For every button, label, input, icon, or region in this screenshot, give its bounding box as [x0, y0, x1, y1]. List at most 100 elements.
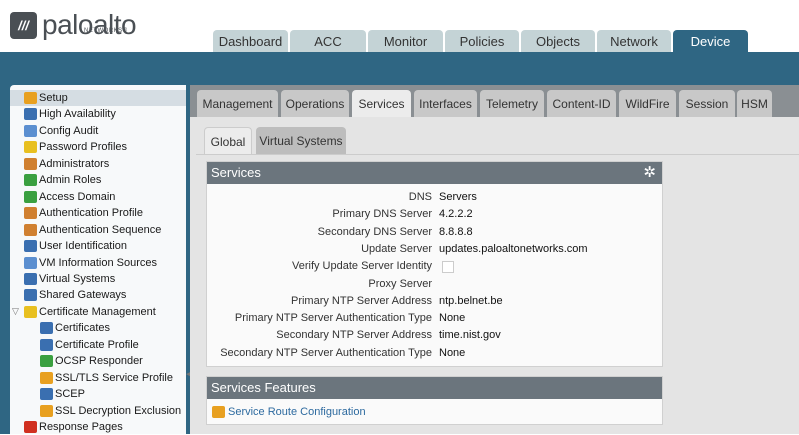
- services-panel-title: Services: [211, 165, 261, 180]
- setting-row: Verify Update Server Identity: [207, 258, 662, 275]
- high-availability-icon: [24, 108, 37, 121]
- device-tabs: Management Operations Services Interfaces Te…: [190, 85, 799, 117]
- setting-value: Servers: [439, 191, 477, 203]
- sidebar-item-label: Password Profiles: [39, 141, 128, 154]
- vm-information-sources-icon: [24, 256, 37, 269]
- sidebar-item-vm-information-sources[interactable]: VM Information Sources: [10, 255, 186, 271]
- tab-acc[interactable]: ACC: [290, 30, 366, 52]
- scep-icon: [40, 388, 53, 401]
- sidebar-item-label: Certificate Profile: [55, 338, 139, 351]
- sidebar: Setup High Availability Config Audit Passwo…: [10, 85, 186, 434]
- tab-operations[interactable]: Operations: [281, 90, 349, 117]
- sidebar-item-ocsp-responder[interactable]: OCSP Responder: [10, 353, 186, 369]
- tab-telemetry[interactable]: Telemetry: [480, 90, 544, 117]
- ssl-decryption-exclusion-icon: [40, 404, 53, 417]
- setting-label: Secondary NTP Server Address: [276, 329, 432, 342]
- tab-dashboard[interactable]: Dashboard: [213, 30, 288, 52]
- sidebar-item-label: SSL/TLS Service Profile: [55, 371, 173, 384]
- setting-value: updates.paloaltonetworks.com: [439, 242, 588, 255]
- sidebar-item-certificate-management[interactable]: ▽ Certificate Management: [10, 304, 186, 320]
- setting-label: Proxy Server: [368, 277, 432, 290]
- sidebar-item-label: Admin Roles: [39, 174, 102, 187]
- tab-content-id[interactable]: Content-ID: [547, 90, 616, 117]
- tab-objects[interactable]: Objects: [521, 30, 595, 52]
- response-pages-icon: [24, 421, 37, 433]
- sidebar-item-certificate-profile[interactable]: Certificate Profile: [10, 337, 186, 353]
- setting-value: None: [439, 312, 466, 325]
- sidebar-item-high-availability[interactable]: High Availability: [10, 106, 186, 122]
- sidebar-item-label: High Availability: [39, 108, 116, 121]
- sidebar-item-label: Certificates: [55, 322, 111, 335]
- tab-global[interactable]: Global: [204, 127, 252, 154]
- sidebar-item-virtual-systems[interactable]: Virtual Systems: [10, 271, 186, 287]
- services-features-panel: Services Features Service Route Configur…: [206, 376, 663, 425]
- setting-value: ntp.belnet.be: [439, 294, 503, 307]
- sidebar-item-user-identification[interactable]: User Identification: [10, 238, 186, 254]
- expand-triangle-icon[interactable]: ▽: [12, 306, 19, 317]
- ssl-tls-service-profile-icon: [40, 371, 53, 384]
- setting-label: Secondary NTP Server Authentication Type: [220, 346, 432, 359]
- setting-label: Primary DNS Server: [332, 208, 432, 221]
- sidebar-item-label: User Identification: [39, 240, 128, 253]
- services-panel: Services ✲ DNS Servers Primary DNS Server 4.…: [206, 161, 663, 367]
- setting-value: 4.2.2.2: [439, 208, 473, 221]
- sidebar-item-scep[interactable]: SCEP: [10, 386, 186, 402]
- tab-services[interactable]: Services: [352, 90, 411, 117]
- sidebar-item-label: Config Audit: [39, 124, 99, 137]
- sidebar-item-response-pages[interactable]: Response Pages: [10, 419, 186, 435]
- setting-row: Secondary NTP Server Authentication Type…: [207, 345, 662, 362]
- service-route-configuration-label[interactable]: Service Route Configuration: [228, 406, 366, 418]
- verify-update-server-checkbox[interactable]: [442, 261, 454, 274]
- sidebar-item-ssl-tls-service-profile[interactable]: SSL/TLS Service Profile: [10, 370, 186, 386]
- setting-label: Primary NTP Server Authentication Type: [234, 312, 432, 325]
- service-route-configuration-link[interactable]: Service Route Configuration: [212, 406, 366, 418]
- tab-wildfire[interactable]: WildFire: [619, 90, 676, 117]
- tab-monitor[interactable]: Monitor: [368, 30, 443, 52]
- sidebar-item-certificates[interactable]: Certificates: [10, 320, 186, 336]
- setting-row: Update Server updates.paloaltonetworks.co…: [207, 241, 662, 258]
- setting-row: Primary NTP Server Authentication Type No…: [207, 310, 662, 327]
- sidebar-item-config-audit[interactable]: Config Audit: [10, 123, 186, 139]
- virtual-systems-icon: [24, 272, 37, 285]
- sidebar-item-label: Shared Gateways: [39, 289, 127, 302]
- sidebar-item-administrators[interactable]: Administrators: [10, 156, 186, 172]
- sidebar-item-label: Certificate Management: [39, 305, 156, 318]
- access-domain-icon: [24, 190, 37, 203]
- paloalto-logo: /// paloalto: [10, 11, 137, 39]
- administrators-icon: [24, 157, 37, 170]
- sidebar-item-admin-roles[interactable]: Admin Roles: [10, 172, 186, 188]
- sidebar-item-label: Response Pages: [39, 421, 123, 433]
- tab-session[interactable]: Session: [679, 90, 735, 117]
- sidebar-item-ssl-decryption-exclusion[interactable]: SSL Decryption Exclusion: [10, 403, 186, 419]
- sidebar-item-label: VM Information Sources: [39, 256, 157, 269]
- tab-management[interactable]: Management: [197, 90, 278, 117]
- password-profiles-icon: [24, 141, 37, 154]
- gear-icon[interactable]: ✲: [643, 162, 656, 184]
- authentication-sequence-icon: [24, 223, 37, 236]
- shared-gateways-icon: [24, 289, 37, 302]
- setting-value: time.nist.gov: [439, 329, 501, 342]
- sidebar-item-label: Administrators: [39, 157, 110, 170]
- sidebar-item-access-domain[interactable]: Access Domain: [10, 189, 186, 205]
- sidebar-item-authentication-sequence[interactable]: Authentication Sequence: [10, 222, 186, 238]
- sidebar-item-shared-gateways[interactable]: Shared Gateways: [10, 287, 186, 303]
- tab-network[interactable]: Network: [597, 30, 671, 52]
- tab-interfaces[interactable]: Interfaces: [414, 90, 477, 117]
- tab-hsm[interactable]: HSM: [737, 90, 772, 117]
- sidebar-item-authentication-profile[interactable]: Authentication Profile: [10, 205, 186, 221]
- sidebar-item-label: OCSP Responder: [55, 355, 143, 368]
- user-identification-icon: [24, 240, 37, 253]
- certificates-icon: [40, 322, 53, 335]
- setting-label: DNS: [408, 191, 432, 203]
- tab-virtual-systems[interactable]: Virtual Systems: [256, 127, 346, 154]
- setting-row: Primary NTP Server Address ntp.belnet.be: [207, 293, 662, 310]
- sidebar-item-password-profiles[interactable]: Password Profiles: [10, 139, 186, 155]
- sidebar-item-setup[interactable]: Setup: [10, 90, 186, 106]
- tab-policies[interactable]: Policies: [445, 30, 519, 52]
- logo-subtext: NETWORKS®: [84, 28, 128, 34]
- tab-device[interactable]: Device: [673, 30, 748, 52]
- content-area: Management Operations Services Interfaces Te…: [190, 85, 799, 434]
- setting-row: Secondary NTP Server Address time.nist.go…: [207, 327, 662, 344]
- sidebar-item-label: Setup: [39, 92, 68, 104]
- setting-value: 8.8.8.8: [439, 225, 473, 238]
